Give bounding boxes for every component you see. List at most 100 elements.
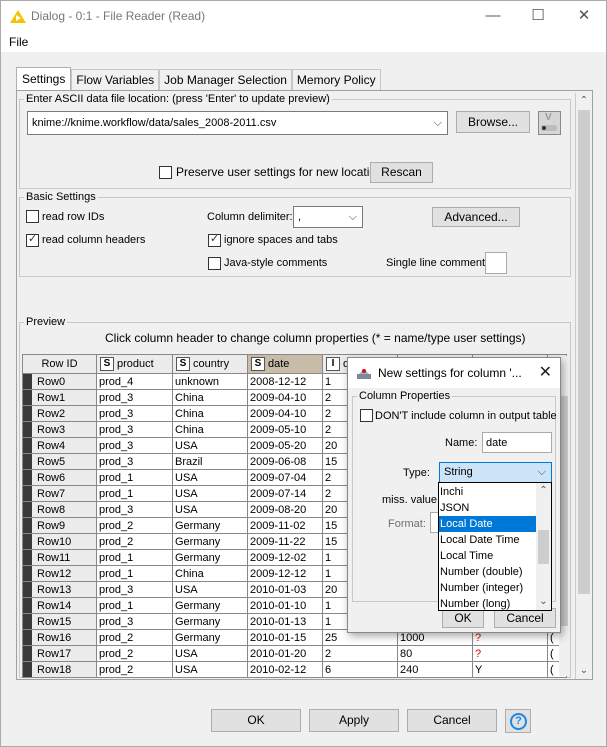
table-cell: 2	[323, 646, 398, 662]
close-button[interactable]: ✕	[564, 5, 604, 27]
type-option[interactable]: Number (integer)	[439, 580, 536, 596]
tab-job-manager-selection[interactable]: Job Manager Selection	[159, 69, 292, 91]
row-id-cell: Row10	[23, 534, 97, 550]
row-id-cell: Row5	[23, 454, 97, 470]
menu-file[interactable]: File	[9, 35, 28, 49]
minimize-button[interactable]: —	[473, 5, 513, 27]
rescan-button[interactable]: Rescan	[370, 162, 433, 183]
file-location-combo[interactable]: knime://knime.workflow/data/sales_2008-2…	[27, 111, 448, 135]
table-cell: China	[173, 390, 248, 406]
dont-include-label: DON'T include column in output table	[375, 410, 557, 422]
read-row-ids-checkbox[interactable]	[26, 210, 39, 223]
table-cell: 2008-12-12	[248, 374, 323, 390]
table-cell: Germany	[173, 630, 248, 646]
table-cell: USA	[173, 438, 248, 454]
type-option[interactable]: Local Time	[439, 548, 536, 564]
row-id-cell: Row4	[23, 438, 97, 454]
file-reader-dialog-window: Dialog - 0:1 - File Reader (Read) — ☐ ✕ …	[0, 0, 607, 747]
maximize-button[interactable]: ☐	[518, 5, 558, 27]
column-name-input[interactable]	[482, 432, 552, 453]
type-option[interactable]: Local Date	[439, 516, 536, 532]
tab-settings[interactable]: Settings	[16, 67, 72, 91]
table-cell: China	[173, 566, 248, 582]
dont-include-checkbox[interactable]	[360, 409, 373, 422]
table-cell: 6	[323, 662, 398, 677]
read-column-headers-checkbox[interactable]	[26, 232, 39, 247]
ignore-spaces-checkbox[interactable]	[208, 232, 221, 247]
type-option[interactable]: Inchi	[439, 484, 536, 500]
help-button[interactable]: ?	[505, 709, 531, 733]
advanced-button[interactable]: Advanced...	[432, 207, 520, 227]
table-cell: prod_3	[97, 582, 173, 598]
cancel-button[interactable]: Cancel	[407, 709, 497, 732]
type-option[interactable]: Local Date Time	[439, 532, 536, 548]
row-id-cell: Row0	[23, 374, 97, 390]
column-header-label: country	[193, 358, 230, 370]
table-cell: 2010-01-03	[248, 582, 323, 598]
tab-memory-policy[interactable]: Memory Policy	[291, 69, 381, 91]
table-cell: prod_3	[97, 422, 173, 438]
settings-scrollbar-thumb[interactable]	[578, 110, 590, 594]
table-cell: prod_1	[97, 470, 173, 486]
table-cell: Brazil	[173, 454, 248, 470]
column-dialog-close-icon[interactable]: ✕	[539, 362, 552, 382]
row-id-cell: Row8	[23, 502, 97, 518]
table-cell: 240	[398, 662, 473, 677]
column-delimiter-combo[interactable]: , ⌵	[293, 206, 363, 228]
table-cell: prod_2	[97, 646, 173, 662]
table-cell: 2009-11-02	[248, 518, 323, 534]
row-id-cell: Row1	[23, 390, 97, 406]
column-type-label: Type:	[403, 467, 430, 479]
table-cell: 2009-06-08	[248, 454, 323, 470]
table-cell: prod_2	[97, 518, 173, 534]
table-cell: Germany	[173, 550, 248, 566]
chevron-down-icon[interactable]: ⌵	[538, 463, 546, 482]
table-cell: 2009-12-02	[248, 550, 323, 566]
table-cell: USA	[173, 502, 248, 518]
flow-variable-button[interactable]: V	[538, 111, 561, 135]
table-cell: prod_3	[97, 406, 173, 422]
column-type-dropdown-list: Inchi JSON Local Date Local Date Time Local …	[438, 482, 552, 611]
type-list-scrollbar[interactable]: ⌃ ⌄	[536, 483, 551, 610]
row-id-cell: Row13	[23, 582, 97, 598]
table-cell: prod_2	[97, 662, 173, 677]
menu-bar: File	[1, 32, 606, 52]
table-cell: 2010-01-10	[248, 598, 323, 614]
column-header-row-id[interactable]: Row ID	[23, 355, 97, 374]
single-line-comment-input[interactable]	[485, 252, 507, 274]
type-option[interactable]: JSON	[439, 500, 536, 516]
table-cell: Y	[473, 662, 548, 677]
preserve-settings-checkbox[interactable]	[159, 166, 172, 179]
type-list-scrollbar-thumb[interactable]	[538, 530, 549, 564]
apply-button[interactable]: Apply	[309, 709, 399, 732]
column-header-date[interactable]: Sdate	[248, 355, 323, 374]
java-comments-checkbox[interactable]	[208, 257, 221, 270]
table-cell: prod_2	[97, 630, 173, 646]
string-type-icon: S	[251, 357, 265, 371]
table-row: Row17 prod_2 USA 2010-01-20 2 80?(	[23, 646, 566, 662]
column-dialog-title: New settings for column '...	[378, 366, 522, 380]
type-option[interactable]: Number (long)	[439, 596, 536, 612]
table-cell: USA	[173, 470, 248, 486]
table-cell: 2009-07-04	[248, 470, 323, 486]
table-cell: prod_1	[97, 486, 173, 502]
table-cell: 2009-07-14	[248, 486, 323, 502]
browse-button[interactable]: Browse...	[456, 111, 530, 133]
ok-button[interactable]: OK	[211, 709, 301, 732]
column-type-combo[interactable]: String ⌵	[439, 462, 552, 483]
row-id-cell: Row18	[23, 662, 97, 677]
scroll-up-icon[interactable]: ⌃	[576, 93, 592, 109]
table-cell: Germany	[173, 534, 248, 550]
file-location-value: knime://knime.workflow/data/sales_2008-2…	[32, 117, 277, 129]
scroll-down-icon[interactable]: ⌄	[536, 594, 551, 610]
type-option[interactable]: Number (double)	[439, 564, 536, 580]
scroll-up-icon[interactable]: ⌃	[536, 483, 551, 499]
column-header-product[interactable]: Sproduct	[97, 355, 173, 374]
chevron-down-icon[interactable]: ⌵	[434, 112, 442, 134]
scroll-down-icon[interactable]: ⌄	[576, 663, 592, 679]
chevron-down-icon[interactable]: ⌵	[349, 207, 357, 227]
tab-flow-variables[interactable]: Flow Variables	[71, 69, 160, 91]
column-header-label: Row ID	[41, 358, 78, 370]
column-header-country[interactable]: Scountry	[173, 355, 248, 374]
settings-scrollbar[interactable]: ⌃ ⌄	[575, 93, 592, 679]
